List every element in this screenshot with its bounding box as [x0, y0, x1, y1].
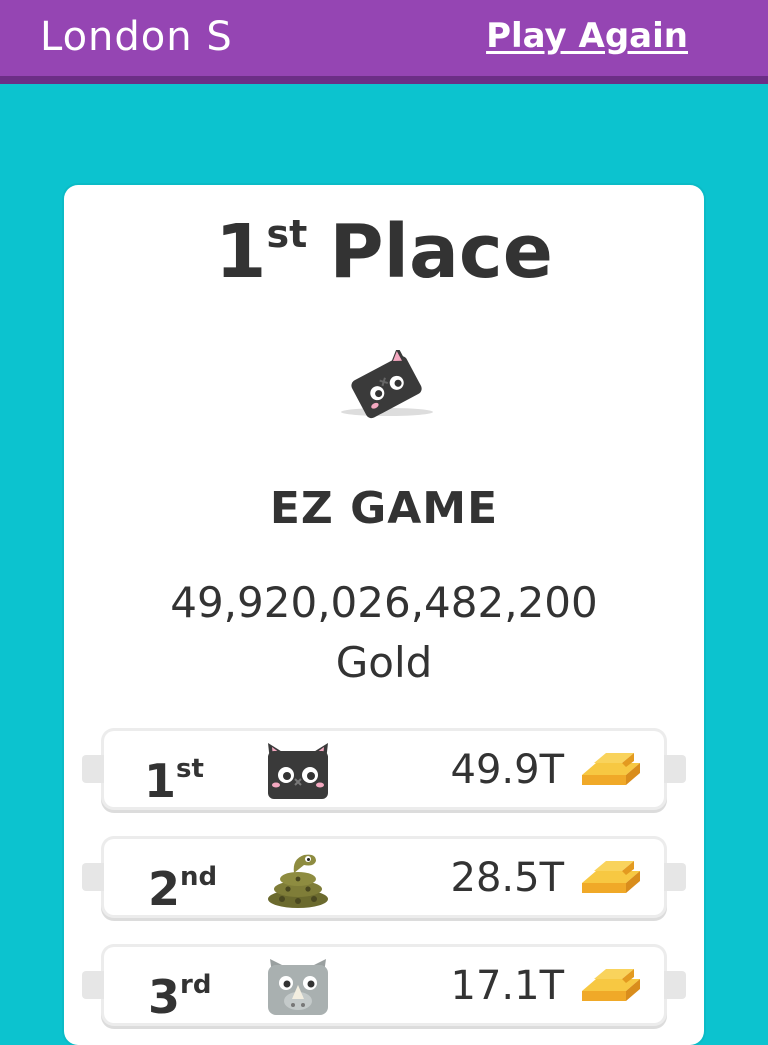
- rhino-icon: [264, 955, 332, 1017]
- gold-bars-icon: [578, 965, 644, 1007]
- row-tab-left: [82, 971, 104, 999]
- team-name: EZ GAME: [269, 483, 499, 534]
- snake-icon: [264, 847, 332, 909]
- gold-unit-label: Gold: [335, 638, 433, 687]
- place-word: Place: [329, 209, 553, 295]
- leaderboard-row: 3rd 17.1T: [82, 947, 686, 1024]
- place-number: 1: [215, 209, 267, 295]
- gold-value: 17.1T: [450, 963, 565, 1009]
- row-tab-left: [82, 863, 104, 891]
- gold-value: 28.5T: [450, 855, 565, 901]
- rank-suffix: st: [176, 754, 204, 784]
- gold-bars-icon: [578, 749, 644, 791]
- row-tab-right: [664, 755, 686, 783]
- rank-number: 2: [148, 862, 181, 916]
- leaderboard-row: 2nd 28.5T: [82, 839, 686, 916]
- place-title: 1st Place: [64, 215, 704, 289]
- black-cat-icon: [264, 739, 332, 801]
- rank-suffix: rd: [180, 970, 212, 1000]
- rank-suffix: nd: [180, 862, 218, 892]
- rank-label: 3rd: [148, 955, 248, 1027]
- rank-number: 3: [148, 970, 181, 1024]
- rank-label: 2nd: [148, 847, 248, 919]
- row-tab-left: [82, 755, 104, 783]
- black-cat-block-icon: [332, 346, 442, 420]
- play-again-link[interactable]: Play Again: [486, 16, 688, 56]
- gold-total: 49,920,026,482,200 Gold: [64, 573, 704, 693]
- gold-value: 49.9T: [450, 747, 565, 793]
- place-suffix: st: [266, 212, 308, 256]
- gold-bars-icon: [578, 857, 644, 899]
- rank-number: 1: [144, 754, 177, 808]
- leaderboard-row: 1st 49.9T: [82, 731, 686, 808]
- rank-label: 1st: [144, 739, 244, 811]
- results-card: 1st Place EZ GAME 49,920,026,482,200 Gold…: [64, 185, 704, 1045]
- row-tab-right: [664, 971, 686, 999]
- row-tab-right: [664, 863, 686, 891]
- gold-amount-value: 49,920,026,482,200: [170, 578, 598, 627]
- player-name-label: London S: [40, 14, 233, 60]
- top-bar: London S Play Again: [0, 0, 768, 84]
